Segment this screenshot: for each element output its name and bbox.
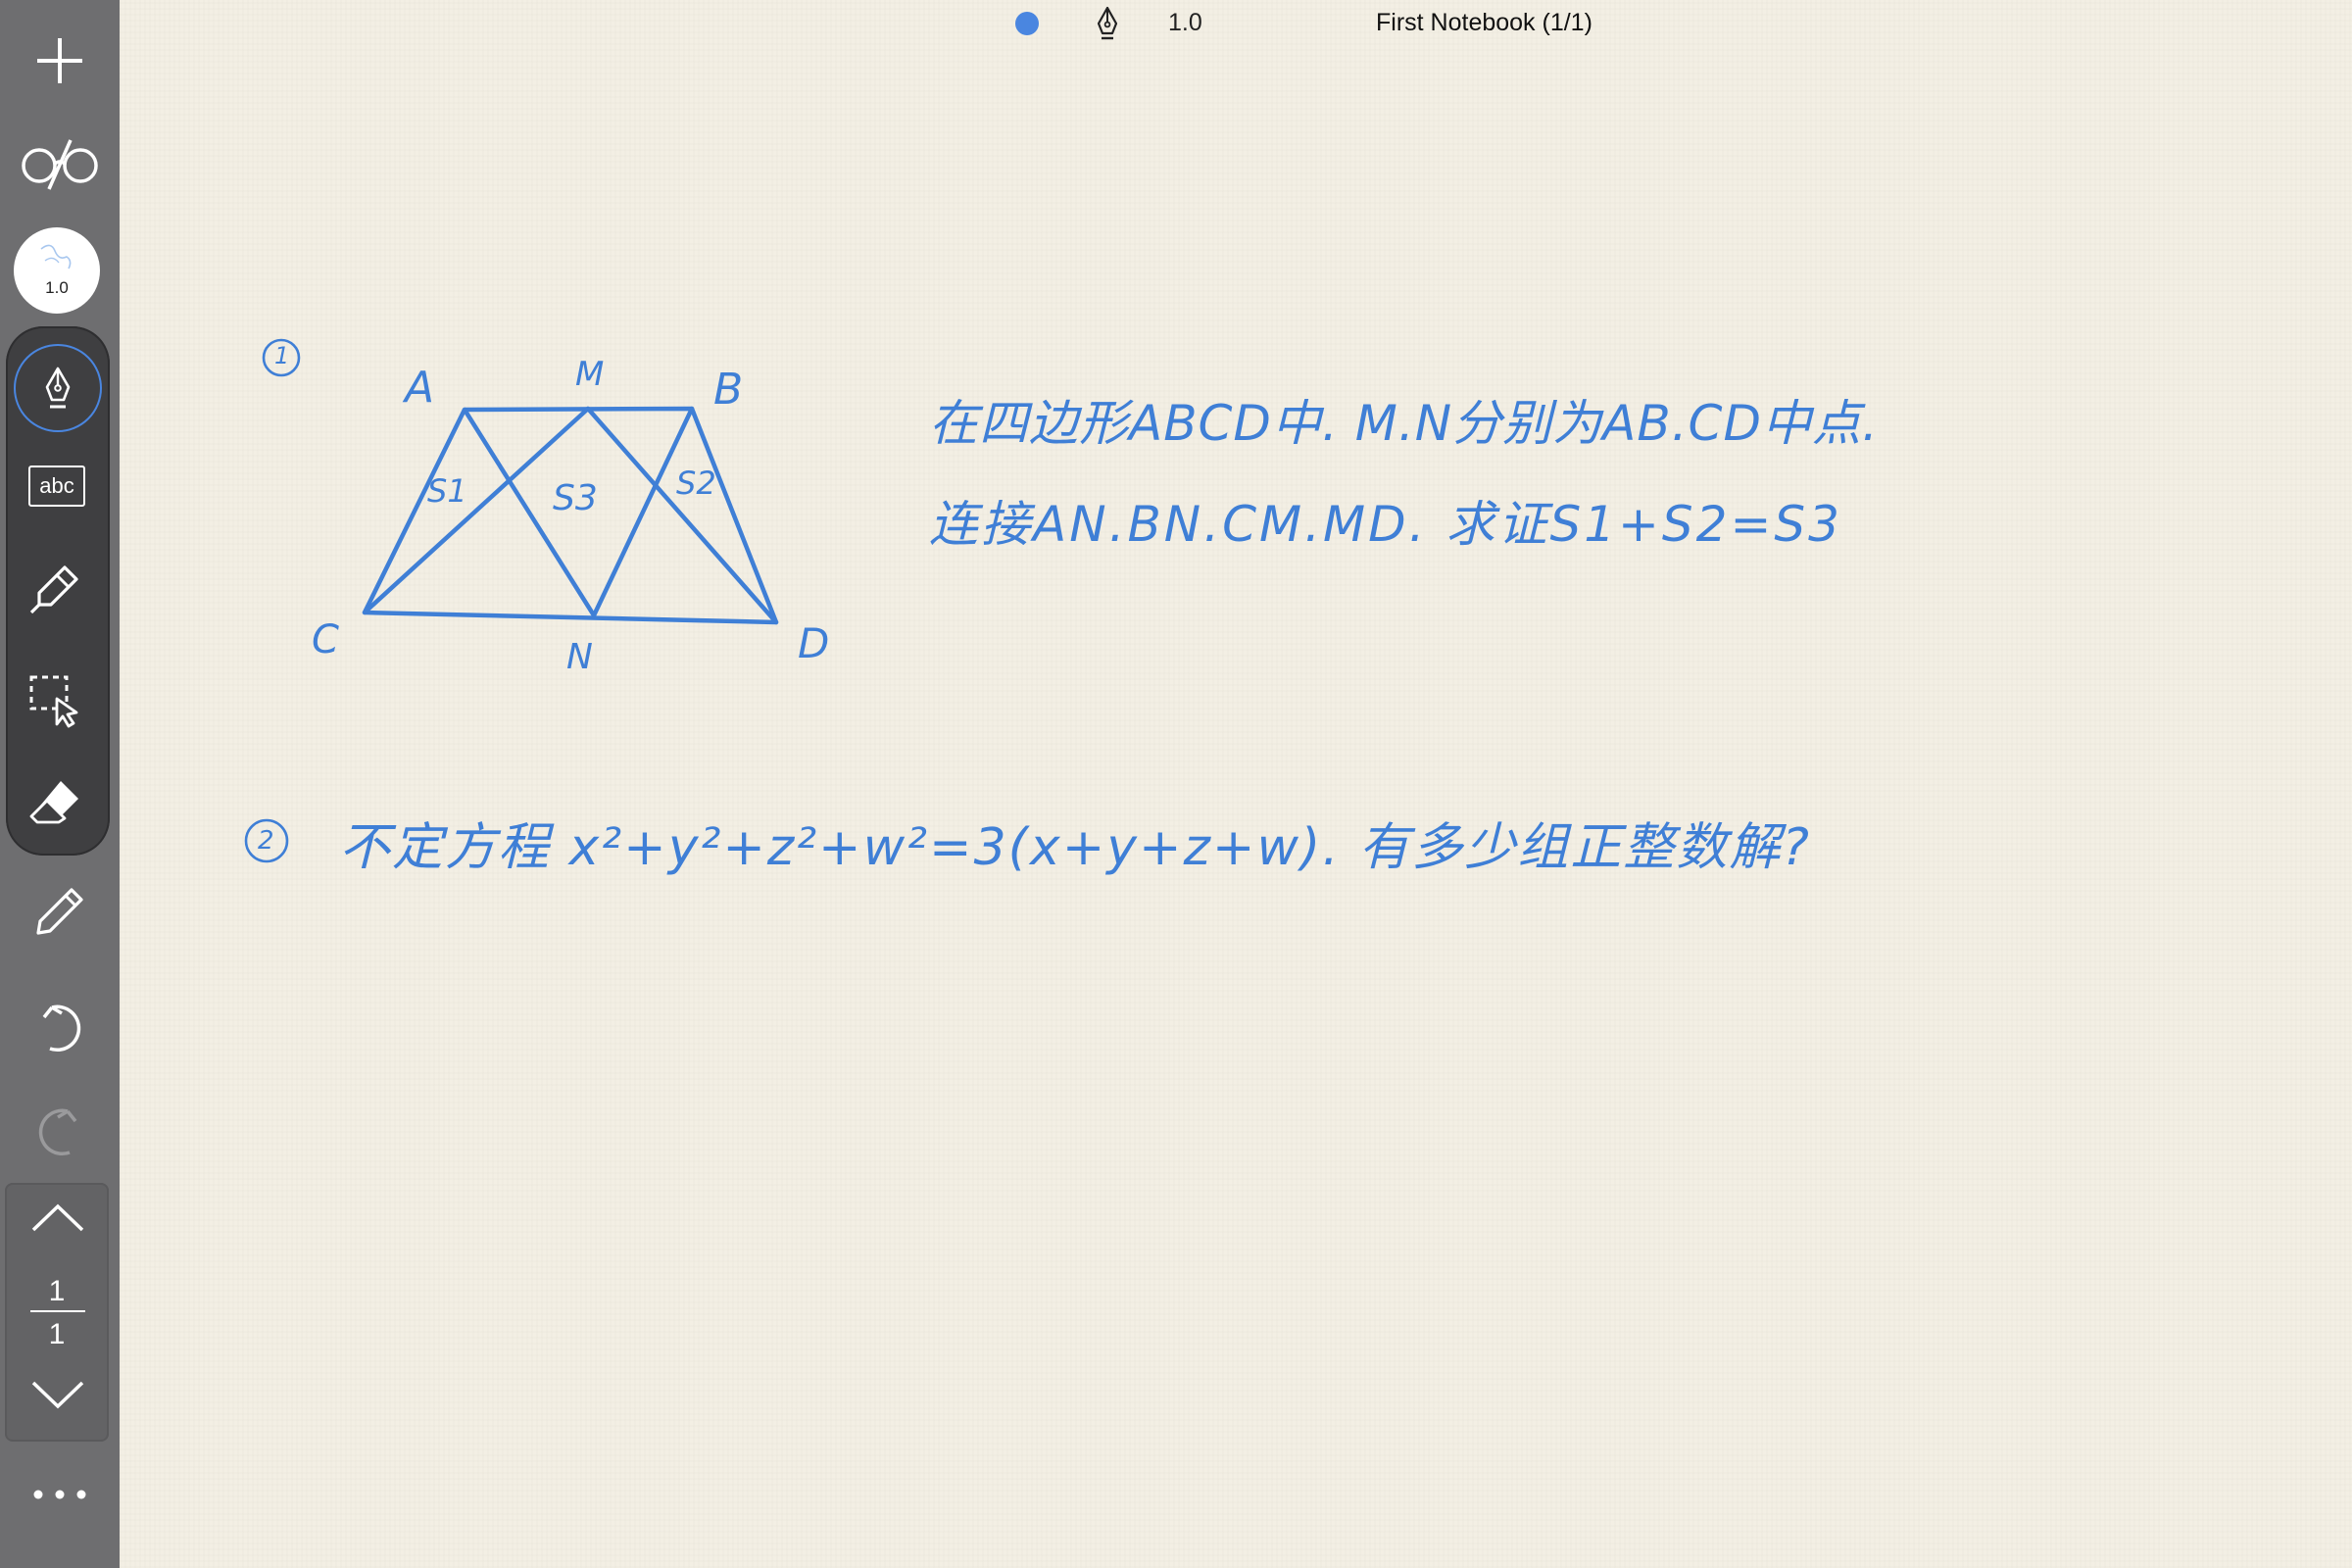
label-s3: S3 [553,478,598,518]
label-d: D [798,619,830,667]
trapezoid-diagram [244,338,779,863]
problem1-line2: 连接AN.BN.CM.MD. 求证S1+S2=S3 [929,496,1842,553]
problem2-number: 2 [258,826,274,856]
problem2-text: 不定方程 x²+y²+z²+w²=3(x+y+z+w). 有多少组正整数解? [339,818,1811,877]
label-b: B [713,365,744,415]
ink-layer: 1 A M B C N D S1 S3 S2 在四边形ABCD中. M.N分别为… [0,0,2352,1568]
problem1-number: 1 [274,342,290,369]
label-c: C [312,617,339,662]
problem1-line1: 在四边形ABCD中. M.N分别为AB.CD中点. [929,395,1879,452]
label-s2: S2 [676,465,716,502]
label-a: A [405,363,435,413]
label-s1: S1 [427,472,467,510]
label-m: M [575,355,605,394]
label-n: N [566,637,593,677]
